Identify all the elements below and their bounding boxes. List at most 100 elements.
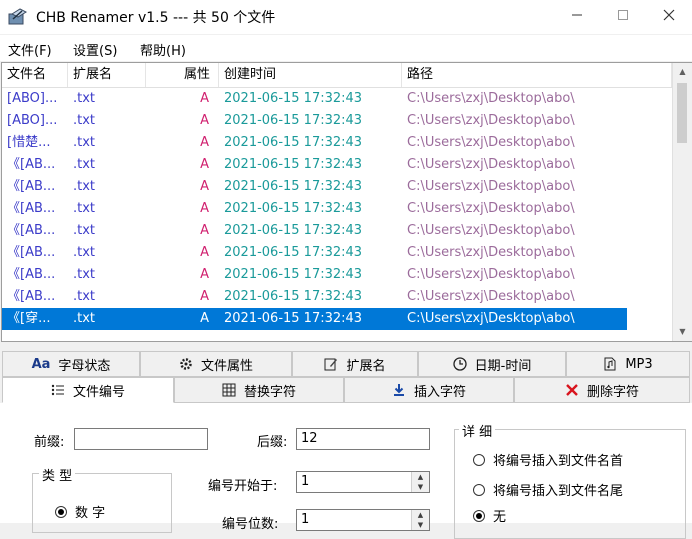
detail-option-suffix[interactable]: 将编号插入到文件名尾 bbox=[473, 480, 623, 499]
scroll-up-icon[interactable]: ▲ bbox=[673, 63, 692, 81]
column-header-time[interactable]: 创建时间 bbox=[219, 63, 402, 87]
table-row[interactable]: 《[AB... .txt A 2021-06-15 17:32:43 C:\Users\… bbox=[2, 154, 627, 176]
start-number-label: 编号开始于: bbox=[208, 479, 278, 494]
cell-ext: .txt bbox=[73, 223, 96, 238]
cell-time: 2021-06-15 17:32:43 bbox=[224, 91, 363, 106]
app-icon bbox=[8, 8, 28, 26]
tab-replace-chars[interactable]: 替换字符 bbox=[174, 377, 344, 403]
cell-attr: A bbox=[200, 289, 209, 304]
prefix-input[interactable] bbox=[74, 428, 208, 450]
column-header-attr[interactable]: 属性 bbox=[146, 63, 219, 87]
cell-path: C:\Users\zxj\Desktop\abo\ bbox=[407, 113, 575, 128]
tab-letter-case[interactable]: Aa 字母状态 bbox=[2, 351, 140, 377]
tab-row-top: Aa 字母状态 文件属性 扩展名 日期-时间 MP3 bbox=[0, 351, 692, 377]
table-row[interactable]: 《[AB... .txt A 2021-06-15 17:32:43 C:\Users\… bbox=[2, 286, 627, 308]
cell-path: C:\Users\zxj\Desktop\abo\ bbox=[407, 311, 575, 326]
type-option-number[interactable]: 数 字 bbox=[55, 502, 105, 521]
table-row[interactable]: 《[AB... .txt A 2021-06-15 17:32:43 C:\Users\… bbox=[2, 198, 627, 220]
cell-name: 《[AB... bbox=[7, 179, 56, 194]
vertical-scrollbar[interactable]: ▲ ▼ bbox=[672, 63, 692, 341]
menu-help[interactable]: 帮助(H) bbox=[140, 40, 186, 59]
cell-ext: .txt bbox=[73, 201, 96, 216]
spin-up-icon[interactable]: ▲ bbox=[412, 510, 429, 520]
table-row[interactable]: [ABO]... .txt A 2021-06-15 17:32:43 C:\Users… bbox=[2, 88, 627, 110]
tab-date-time[interactable]: 日期-时间 bbox=[418, 351, 566, 377]
table-row[interactable]: 《[AB... .txt A 2021-06-15 17:32:43 C:\Users\… bbox=[2, 220, 627, 242]
start-number-stepper[interactable]: 1 ▲ ▼ bbox=[296, 471, 430, 493]
radio-selected-icon bbox=[473, 509, 485, 522]
cell-name: [ABO]... bbox=[7, 91, 58, 106]
cell-path: C:\Users\zxj\Desktop\abo\ bbox=[407, 91, 575, 106]
cell-time: 2021-06-15 17:32:43 bbox=[224, 311, 363, 326]
minimize-icon bbox=[571, 9, 583, 25]
cell-path: C:\Users\zxj\Desktop\abo\ bbox=[407, 267, 575, 282]
file-number-panel: 前缀: 后缀: 12 编号开始于: 1 ▲ ▼ 编号位数: 1 ▲ ▼ 类 型 … bbox=[0, 403, 692, 539]
file-list[interactable]: 文件名 扩展名 属性 创建时间 路径 [ABO]... .txt A 2021-06-… bbox=[1, 62, 692, 342]
minimize-button[interactable] bbox=[554, 0, 600, 34]
table-row[interactable]: [惜楚... .txt A 2021-06-15 17:32:43 C:\Users\z… bbox=[2, 132, 627, 154]
tab-extension[interactable]: 扩展名 bbox=[292, 351, 418, 377]
cell-attr: A bbox=[200, 179, 209, 194]
cell-name: 《[AB... bbox=[7, 201, 56, 216]
cell-attr: A bbox=[200, 113, 209, 128]
spin-down-icon[interactable]: ▼ bbox=[412, 482, 429, 492]
table-row[interactable]: 《[AB... .txt A 2021-06-15 17:32:43 C:\Users\… bbox=[2, 264, 627, 286]
cell-attr: A bbox=[200, 267, 209, 282]
cell-attr: A bbox=[200, 223, 209, 238]
cell-attr: A bbox=[200, 245, 209, 260]
detail-option-prefix[interactable]: 将编号插入到文件名首 bbox=[473, 450, 623, 469]
digits-spinner[interactable]: ▲ ▼ bbox=[411, 510, 429, 530]
cell-ext: .txt bbox=[73, 113, 96, 128]
digits-value: 1 bbox=[301, 512, 310, 527]
spin-down-icon[interactable]: ▼ bbox=[412, 520, 429, 530]
tab-mp3[interactable]: MP3 bbox=[566, 351, 690, 377]
detail-option-none[interactable]: 无 bbox=[473, 506, 506, 525]
close-icon bbox=[663, 9, 675, 25]
cell-time: 2021-06-15 17:32:43 bbox=[224, 157, 363, 172]
cell-attr: A bbox=[200, 135, 209, 150]
start-number-spinner[interactable]: ▲ ▼ bbox=[411, 472, 429, 492]
maximize-button[interactable] bbox=[600, 0, 646, 34]
cell-path: C:\Users\zxj\Desktop\abo\ bbox=[407, 157, 575, 172]
spin-up-icon[interactable]: ▲ bbox=[412, 472, 429, 482]
column-header-ext[interactable]: 扩展名 bbox=[68, 63, 146, 87]
clock-icon bbox=[452, 357, 467, 371]
digits-stepper[interactable]: 1 ▲ ▼ bbox=[296, 509, 430, 531]
tab-insert-chars[interactable]: 插入字符 bbox=[344, 377, 514, 403]
cell-name: 《[AB... bbox=[7, 223, 56, 238]
insert-icon bbox=[392, 383, 406, 397]
tab-file-number[interactable]: 文件编号 bbox=[2, 377, 174, 403]
cell-path: C:\Users\zxj\Desktop\abo\ bbox=[407, 289, 575, 304]
start-number-value: 1 bbox=[301, 474, 310, 489]
cell-ext: .txt bbox=[73, 245, 96, 260]
suffix-input[interactable]: 12 bbox=[296, 428, 430, 450]
cell-name: 《[AB... bbox=[7, 289, 56, 304]
suffix-label: 后缀: bbox=[257, 435, 288, 450]
column-header-name[interactable]: 文件名 bbox=[2, 63, 68, 87]
cell-time: 2021-06-15 17:32:43 bbox=[224, 135, 363, 150]
cell-time: 2021-06-15 17:32:43 bbox=[224, 201, 363, 216]
menu-settings[interactable]: 设置(S) bbox=[73, 40, 117, 59]
table-row[interactable]: [ABO]... .txt A 2021-06-15 17:32:43 C:\Users… bbox=[2, 110, 627, 132]
edit-icon bbox=[324, 357, 338, 371]
scroll-down-icon[interactable]: ▼ bbox=[673, 323, 692, 341]
cell-name: [惜楚... bbox=[7, 135, 51, 150]
cell-path: C:\Users\zxj\Desktop\abo\ bbox=[407, 179, 575, 194]
table-row[interactable]: 《[AB... .txt A 2021-06-15 17:32:43 C:\Users\… bbox=[2, 176, 627, 198]
close-button[interactable] bbox=[646, 0, 692, 34]
maximize-icon bbox=[617, 9, 629, 25]
cell-path: C:\Users\zxj\Desktop\abo\ bbox=[407, 223, 575, 238]
table-row[interactable]: 《[AB... .txt A 2021-06-15 17:32:43 C:\Users\… bbox=[2, 242, 627, 264]
tab-file-attributes[interactable]: 文件属性 bbox=[140, 351, 292, 377]
cell-time: 2021-06-15 17:32:43 bbox=[224, 113, 363, 128]
cell-name: [ABO]... bbox=[7, 113, 58, 128]
radio-icon bbox=[473, 453, 485, 466]
scroll-thumb[interactable] bbox=[677, 83, 687, 143]
delete-x-icon bbox=[565, 383, 579, 397]
menu-file[interactable]: 文件(F) bbox=[8, 40, 52, 59]
tab-delete-chars[interactable]: 删除字符 bbox=[514, 377, 690, 403]
table-row[interactable]: 《[穿... .txt A 2021-06-15 17:32:43 C:\Users\z… bbox=[2, 308, 627, 330]
column-header-path[interactable]: 路径 bbox=[402, 63, 672, 87]
cell-time: 2021-06-15 17:32:43 bbox=[224, 267, 363, 282]
cell-ext: .txt bbox=[73, 91, 96, 106]
